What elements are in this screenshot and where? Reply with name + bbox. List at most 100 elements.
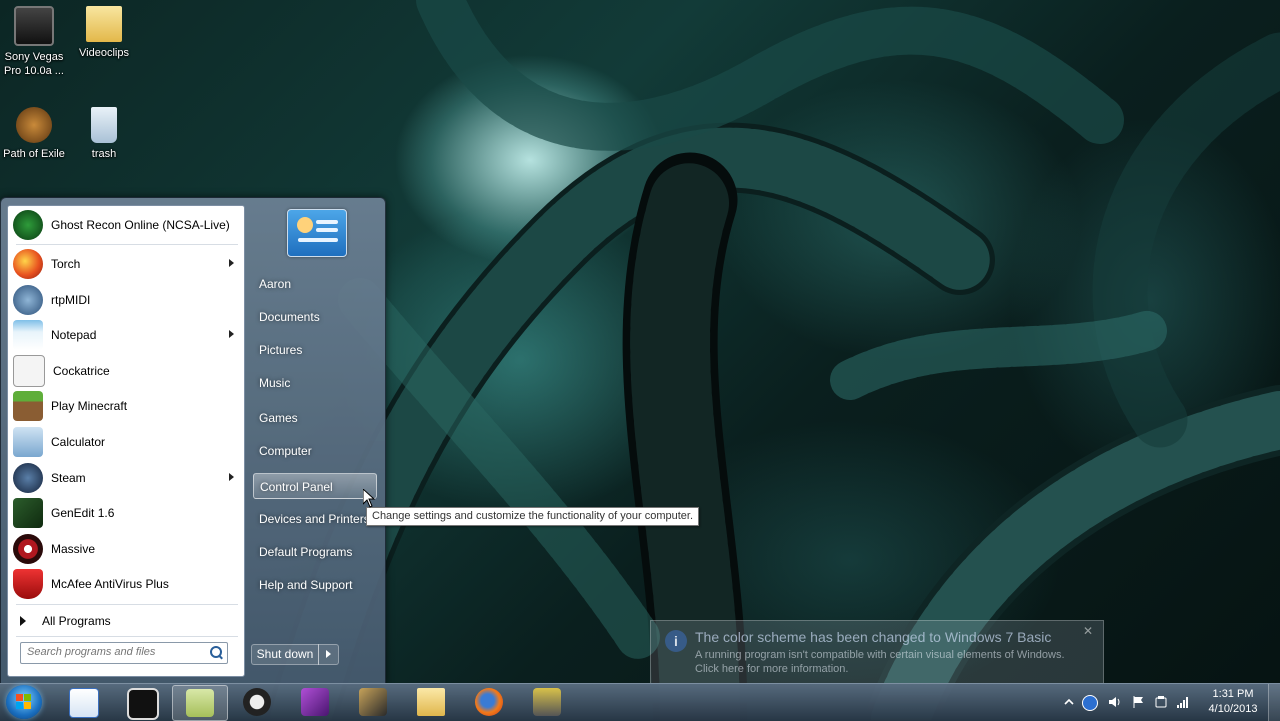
user-picture[interactable] [287, 209, 347, 257]
desktop-icon-path-of-exile[interactable]: Path of Exile [0, 101, 69, 161]
start-item-default-programs[interactable]: Default Programs [253, 539, 377, 565]
taskbar-media[interactable] [346, 685, 400, 719]
live-icon [127, 688, 159, 720]
taskbar-explorer[interactable] [404, 685, 458, 719]
massive-icon [13, 534, 43, 564]
device-icon[interactable] [1154, 695, 1168, 709]
submenu-arrow-icon [229, 259, 234, 267]
program-mcafee[interactable]: McAfee AntiVirus Plus [10, 567, 242, 601]
start-menu-programs-pane: Ghost Recon Online (NCSA-Live) Torch rtp… [7, 205, 245, 677]
ghost-recon-icon [13, 210, 43, 240]
divider [16, 244, 238, 245]
notification-line-2[interactable]: Click here for more information. [695, 662, 1095, 676]
taskbar-firefox[interactable] [462, 685, 516, 719]
search-input[interactable] [21, 643, 213, 661]
taskbar-epic[interactable] [230, 685, 284, 719]
program-label: GenEdit 1.6 [51, 506, 115, 520]
clock-date: 4/10/2013 [1208, 703, 1258, 715]
start-button[interactable] [6, 685, 42, 719]
start-item-aaron[interactable]: Aaron [253, 271, 377, 297]
all-programs-label: All Programs [42, 614, 111, 628]
recycle-bin-icon [91, 107, 117, 143]
desktop-icon-label: Path of Exile [3, 148, 65, 160]
explorer-folder-icon [417, 688, 445, 716]
notepad-icon [13, 320, 43, 350]
search-icon[interactable] [210, 646, 222, 658]
start-item-devices-printers[interactable]: Devices and Printers [253, 506, 381, 532]
desktop-icon-trash[interactable]: trash [69, 101, 139, 161]
volume-icon[interactable] [1108, 695, 1122, 709]
taskbar-projector[interactable] [520, 685, 574, 719]
info-tray-icon[interactable] [1082, 695, 1098, 711]
user-picture-art [297, 217, 338, 242]
program-torch[interactable]: Torch [10, 247, 242, 281]
rtpmidi-icon [13, 285, 43, 315]
submenu-arrow-icon [229, 473, 234, 481]
program-genedit[interactable]: GenEdit 1.6 [10, 496, 242, 530]
start-item-games[interactable]: Games [253, 405, 377, 431]
path-of-exile-icon [16, 107, 52, 143]
program-label: Play Minecraft [51, 399, 128, 413]
program-rtpmidi[interactable]: rtpMIDI [10, 283, 242, 317]
program-steam[interactable]: Steam [10, 461, 242, 495]
program-label: Cockatrice [53, 364, 110, 378]
program-massive[interactable]: Massive [10, 532, 242, 566]
desktop-icon-sony-vegas[interactable]: Sony Vegas Pro 10.0a ... [0, 0, 69, 78]
program-label: Ghost Recon Online (NCSA-Live) [51, 218, 230, 232]
program-label: Notepad [51, 328, 97, 342]
mixcraft-icon [69, 688, 99, 718]
desktop-icon-label: Sony Vegas Pro 10.0a ... [4, 51, 64, 77]
info-icon: i [665, 630, 687, 652]
torch-browser-icon [13, 249, 43, 279]
clock[interactable]: 1:31 PM 4/10/2013 [1200, 687, 1266, 717]
calculator-icon [13, 427, 43, 457]
action-center-flag-icon[interactable] [1132, 695, 1146, 709]
shutdown-button[interactable]: Shut down [251, 644, 319, 665]
desktop-icon-label: trash [91, 148, 117, 160]
divider [16, 636, 238, 637]
taskbar: 1:31 PM 4/10/2013 [0, 683, 1280, 721]
program-label: Calculator [51, 435, 106, 449]
start-search-box[interactable] [20, 642, 228, 664]
close-icon[interactable]: ✕ [1083, 625, 1093, 637]
desktop-icon-videoclips[interactable]: Videoclips [69, 0, 139, 60]
start-item-music[interactable]: Music [253, 370, 377, 396]
show-desktop-button[interactable] [1268, 684, 1280, 721]
notification-title: The color scheme has been changed to Win… [695, 629, 1052, 645]
program-label: Torch [51, 257, 81, 271]
sony-vegas-icon [14, 6, 54, 46]
program-cockatrice[interactable]: Cockatrice [10, 354, 242, 388]
start-menu: Ghost Recon Online (NCSA-Live) Torch rtp… [0, 197, 386, 685]
desktop-icon-label: Videoclips [79, 47, 129, 59]
genedit-icon [13, 498, 43, 528]
submenu-arrow-icon [229, 330, 234, 338]
shutdown-options-button[interactable] [318, 644, 339, 665]
program-notepad[interactable]: Notepad [10, 318, 242, 352]
app-3-icon [301, 688, 329, 716]
firefox-icon [475, 688, 503, 716]
network-icon[interactable] [1176, 695, 1190, 709]
expand-arrow-icon [20, 616, 26, 626]
start-item-help-support[interactable]: Help and Support [253, 572, 377, 598]
minecraft-icon [13, 391, 43, 421]
start-item-pictures[interactable]: Pictures [253, 337, 377, 363]
program-minecraft[interactable]: Play Minecraft [10, 389, 242, 423]
mcafee-icon [13, 569, 43, 599]
notification-body: A running program isn't compatible with … [695, 648, 1095, 676]
taskbar-live[interactable] [114, 685, 168, 720]
start-item-documents[interactable]: Documents [253, 304, 377, 330]
start-item-control-panel[interactable]: Control Panel [253, 473, 377, 499]
divider [16, 604, 238, 605]
show-hidden-icons-icon[interactable] [1062, 695, 1076, 709]
taskbar-app-3[interactable] [288, 685, 342, 719]
notepad-icon [186, 689, 214, 717]
program-ghost-recon[interactable]: Ghost Recon Online (NCSA-Live) [10, 208, 242, 242]
program-label: McAfee AntiVirus Plus [51, 577, 169, 591]
all-programs-button[interactable]: All Programs [10, 610, 242, 632]
notification-balloon[interactable]: i The color scheme has been changed to W… [650, 620, 1104, 684]
program-label: rtpMIDI [51, 293, 91, 307]
taskbar-mixcraft[interactable] [56, 685, 110, 719]
start-item-computer[interactable]: Computer [253, 438, 377, 464]
program-calculator[interactable]: Calculator [10, 425, 242, 459]
taskbar-notepad[interactable] [172, 685, 228, 721]
